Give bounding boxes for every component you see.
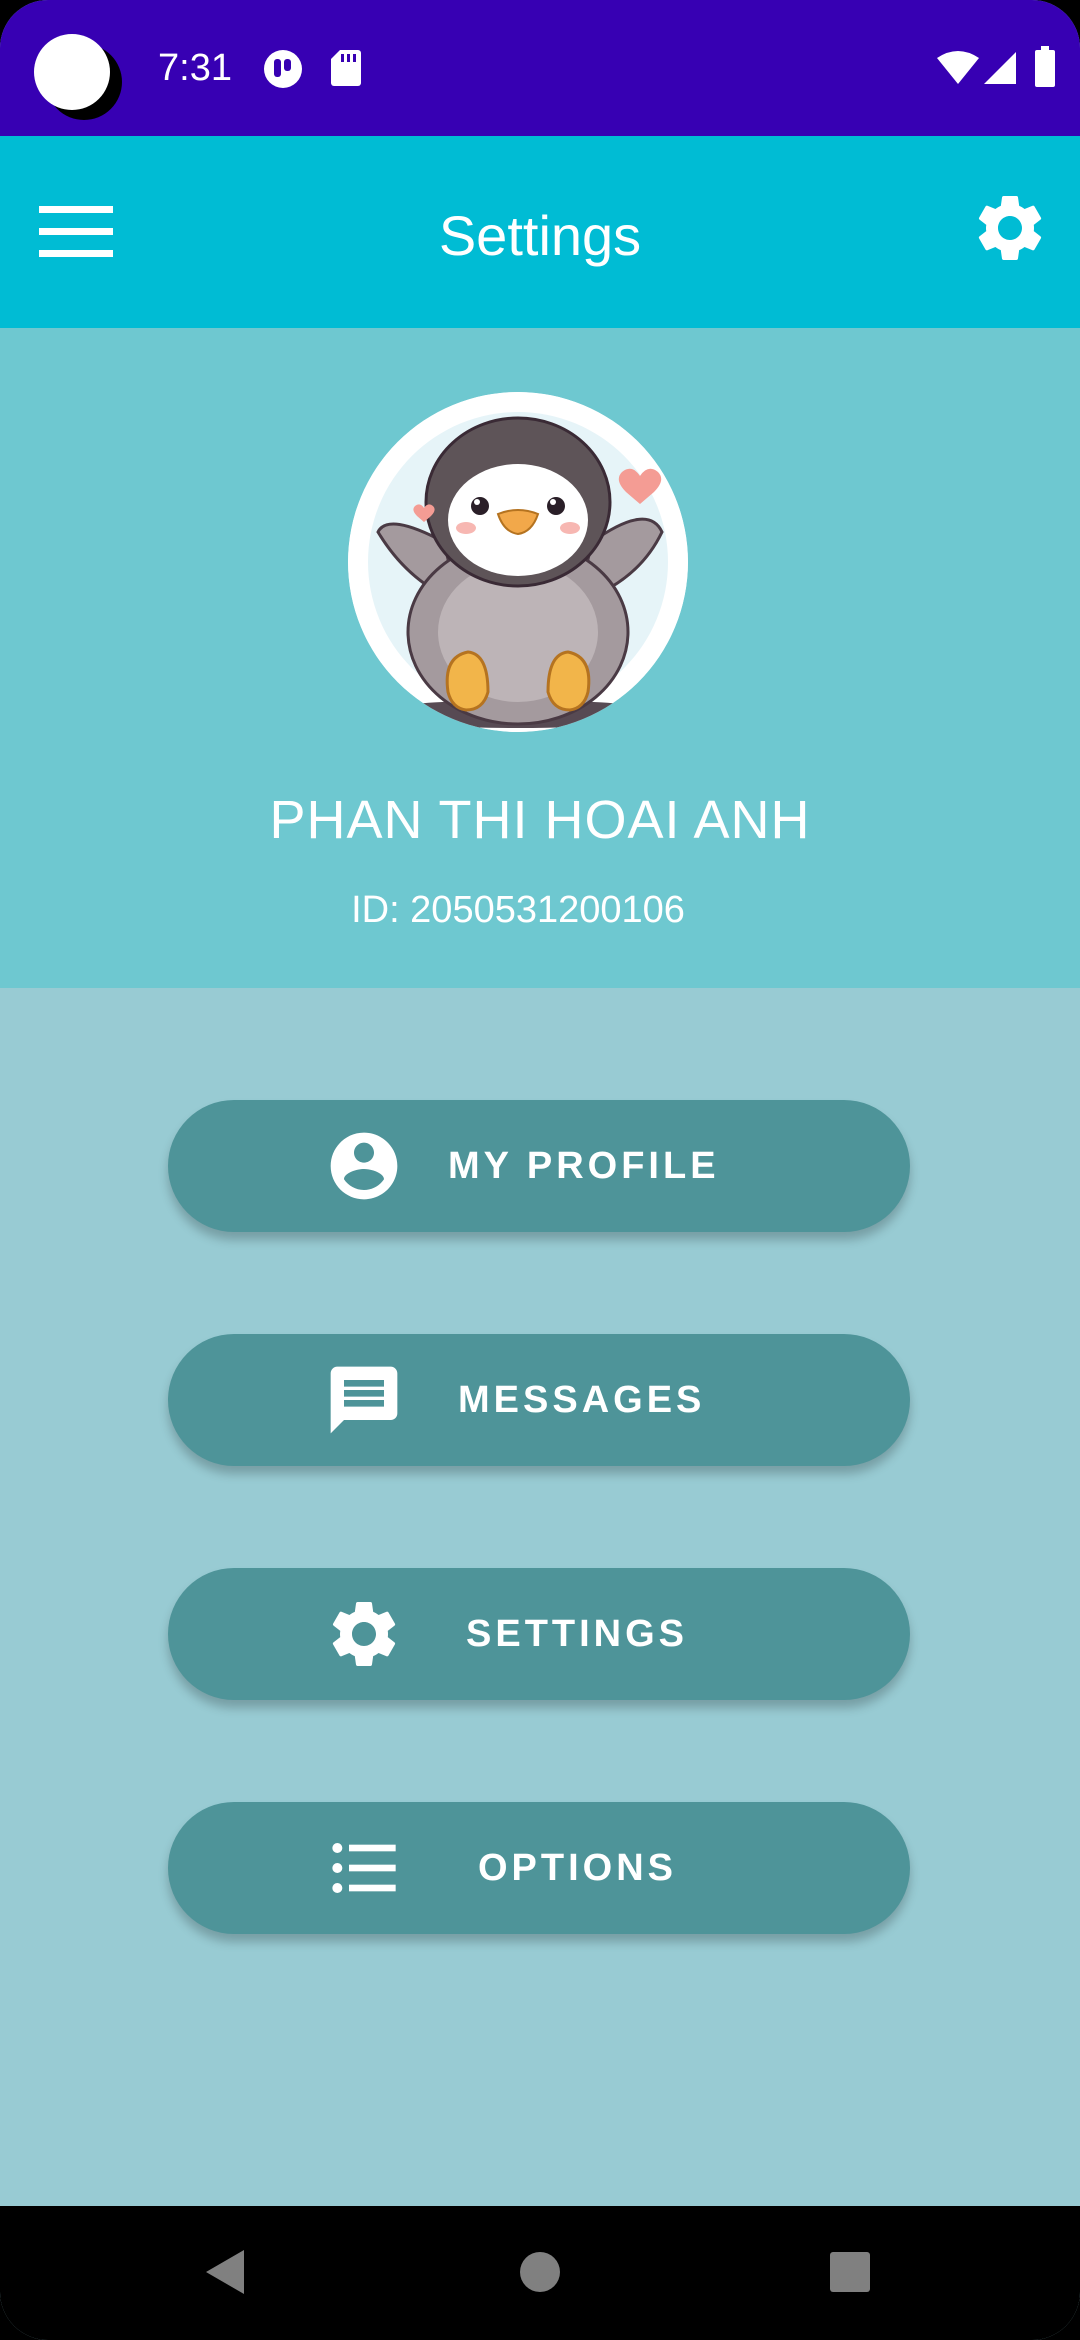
messages-label: MESSAGES bbox=[458, 1379, 706, 1421]
options-label: OPTIONS bbox=[478, 1847, 678, 1889]
camera-cutout bbox=[34, 34, 110, 110]
back-icon bbox=[202, 2248, 246, 2301]
status-time: 7:31 bbox=[158, 47, 232, 89]
wifi-icon bbox=[936, 50, 980, 91]
sd-card-icon bbox=[330, 48, 362, 93]
messages-button[interactable]: MESSAGES bbox=[168, 1334, 910, 1466]
avatar[interactable] bbox=[348, 392, 688, 732]
message-icon bbox=[324, 1360, 404, 1440]
phone-screen: 7:31 Settings PHAN THI HOAI ANH ID: 2050… bbox=[0, 0, 1080, 2340]
gear-icon bbox=[970, 188, 1050, 273]
home-icon bbox=[518, 2250, 562, 2299]
options-button[interactable]: OPTIONS bbox=[168, 1802, 910, 1934]
recents-icon bbox=[828, 2250, 872, 2299]
settings-menu-label: SETTINGS bbox=[466, 1613, 689, 1655]
app-bar: Settings bbox=[0, 136, 1080, 328]
gear-icon bbox=[324, 1594, 404, 1674]
penguin-avatar bbox=[348, 392, 688, 732]
page-title: Settings bbox=[438, 204, 642, 267]
recents-button[interactable] bbox=[818, 2242, 882, 2306]
user-name: PHAN THI HOAI ANH bbox=[269, 790, 811, 850]
back-button[interactable] bbox=[192, 2242, 256, 2306]
profile-header: PHAN THI HOAI ANH ID: 2050531200106 bbox=[0, 328, 1080, 988]
notification-app-icon bbox=[262, 48, 304, 95]
my-profile-label: MY PROFILE bbox=[448, 1145, 720, 1187]
my-profile-button[interactable]: MY PROFILE bbox=[168, 1100, 910, 1232]
signal-icon bbox=[982, 50, 1018, 91]
status-bar: 7:31 bbox=[0, 0, 1080, 136]
list-icon bbox=[324, 1828, 404, 1908]
account-circle-icon bbox=[324, 1126, 404, 1206]
user-id: ID: 2050531200106 bbox=[351, 889, 685, 931]
settings-menu-button[interactable]: SETTINGS bbox=[168, 1568, 910, 1700]
settings-button[interactable] bbox=[960, 180, 1060, 280]
navigation-bar bbox=[0, 2206, 1080, 2340]
home-button[interactable] bbox=[508, 2242, 572, 2306]
battery-icon bbox=[1034, 46, 1056, 93]
